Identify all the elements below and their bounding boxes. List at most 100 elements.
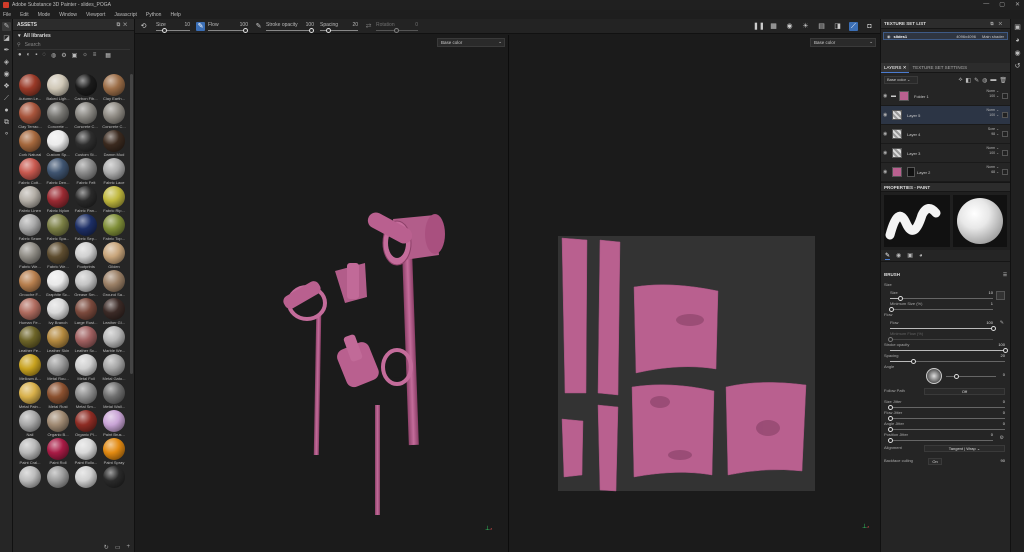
- stencil-icon[interactable]: ⚬: [2, 130, 11, 139]
- layer-blend[interactable]: Norm ⌄ 100 ⌄: [987, 108, 999, 118]
- asset-tile[interactable]: Fabric Rip...: [101, 186, 127, 214]
- asset-tile[interactable]: Concrete C...: [73, 102, 99, 130]
- menu-mode[interactable]: Mode: [38, 12, 51, 18]
- asset-tile[interactable]: Fabric Top...: [101, 214, 127, 242]
- screenshot-icon[interactable]: ◘: [865, 22, 874, 31]
- toolbar-rotation[interactable]: Rotation 0: [376, 22, 418, 33]
- texture-set-list-icon[interactable]: ▣: [1013, 23, 1022, 32]
- refresh-icon[interactable]: ↻: [104, 544, 109, 551]
- asset-tile[interactable]: Fabric Lace: [101, 158, 127, 186]
- toolbar-stroke-opacity[interactable]: Stroke opacity 100: [266, 22, 314, 33]
- layer-blend[interactable]: Scre ⌄ 98 ⌄: [988, 127, 999, 137]
- asset-tile[interactable]: Concrete ...: [45, 102, 71, 130]
- asset-tile[interactable]: Clay Terrac...: [17, 102, 43, 130]
- asset-tile[interactable]: Leather Gl...: [101, 298, 127, 326]
- layer-checkbox[interactable]: [1002, 112, 1008, 118]
- paint-brush-icon[interactable]: ✎: [2, 22, 11, 31]
- symmetry-icon[interactable]: ⟲: [139, 22, 148, 31]
- filter-grunges-icon[interactable]: ▣: [72, 52, 78, 59]
- prop-size-jitter[interactable]: Size Jitter 0: [884, 399, 1007, 410]
- asset-tile[interactable]: Human Fe...: [17, 298, 43, 326]
- angle-dial[interactable]: [926, 368, 942, 384]
- toolbar-stroke-opacity-knob[interactable]: [309, 27, 314, 33]
- delete-layer-icon[interactable]: 🗑: [999, 77, 1007, 84]
- flow-pressure-pen-icon[interactable]: ✎: [1000, 320, 1004, 326]
- geometry-fill-icon[interactable]: ◈: [2, 58, 11, 67]
- asset-tile[interactable]: Ground Sa...: [101, 270, 127, 298]
- layer-row[interactable]: ◉ Layer 2 Norm ⌄ 68 ⌄: [881, 163, 1010, 182]
- asset-tile[interactable]: [17, 466, 43, 494]
- filter-environments-icon[interactable]: ☼: [82, 52, 88, 58]
- menu-edit[interactable]: Edit: [20, 12, 29, 18]
- viewport-mode-icon[interactable]: ◨: [833, 22, 842, 31]
- asset-tile[interactable]: Metal Wall...: [101, 382, 127, 410]
- backface-toggle[interactable]: On: [928, 458, 942, 465]
- toolbar-flow-knob[interactable]: [243, 27, 248, 33]
- camera-icon[interactable]: ◉: [785, 22, 794, 31]
- asset-tile[interactable]: Nail: [17, 410, 43, 438]
- layer-checkbox[interactable]: [1002, 169, 1008, 175]
- toolbar-spacing[interactable]: Spacing 20: [320, 22, 358, 33]
- menu-help[interactable]: Help: [170, 12, 180, 18]
- asset-tile[interactable]: [45, 466, 71, 494]
- size-pressure-icon[interactable]: [996, 291, 1005, 300]
- projection-icon[interactable]: ✒: [2, 46, 11, 55]
- menu-file[interactable]: File: [3, 12, 11, 18]
- texture-set-row[interactable]: ◉ slides1 4096x4096 Main shader: [883, 32, 1008, 40]
- library-selector[interactable]: ▾ All libraries: [13, 31, 134, 41]
- asset-search-input[interactable]: ⚲ Search: [17, 41, 130, 50]
- menu-viewport[interactable]: Viewport: [86, 12, 105, 18]
- filter-procedurals-icon[interactable]: ⚙: [61, 52, 66, 59]
- layer-channel-dropdown[interactable]: Base color ⌄: [884, 76, 918, 84]
- asset-tile[interactable]: Fabric Felt: [73, 158, 99, 186]
- asset-tile[interactable]: Ivy Branch: [45, 298, 71, 326]
- tab-texture-set-settings[interactable]: TEXTURE SET SETTINGS: [909, 63, 970, 73]
- asset-tile[interactable]: Metal Foil: [73, 354, 99, 382]
- clone-icon[interactable]: ❖: [2, 82, 11, 91]
- asset-tile[interactable]: Paint Cral...: [17, 438, 43, 466]
- pen-pressure-icon[interactable]: ✎: [196, 21, 205, 31]
- layer-row[interactable]: ◉ ▬ Folder 1 Norm ⌄ 100 ⌄: [881, 87, 1010, 106]
- eye-icon[interactable]: ◉: [883, 93, 889, 99]
- asset-tile[interactable]: Fabric We...: [17, 242, 43, 270]
- material-picker-icon[interactable]: ●: [2, 106, 11, 115]
- toolbar-flow[interactable]: Flow 100: [208, 22, 248, 33]
- asset-tile[interactable]: Baked Ligh...: [45, 74, 71, 102]
- asset-tile[interactable]: Metal Rou...: [45, 354, 71, 382]
- stencil-tab-icon[interactable]: ▣: [907, 252, 913, 259]
- asset-tile[interactable]: Paint Spray: [101, 438, 127, 466]
- filter-materials-icon[interactable]: ●: [18, 52, 22, 58]
- bake-icon[interactable]: ⧉: [2, 118, 11, 127]
- eye-icon[interactable]: ◉: [883, 169, 889, 175]
- minimize-button[interactable]: —: [983, 1, 989, 8]
- display-settings-icon[interactable]: ▤: [817, 22, 826, 31]
- brush-tab-icon[interactable]: ✎: [885, 252, 891, 260]
- add-effect-icon[interactable]: ⟡: [958, 77, 962, 84]
- menu-python[interactable]: Python: [146, 12, 162, 18]
- asset-tile[interactable]: Fabric Sep...: [73, 214, 99, 242]
- prop-size[interactable]: Size 10: [884, 290, 1007, 301]
- asset-tile[interactable]: Leather Sc...: [73, 326, 99, 354]
- asset-tile[interactable]: Marble We...: [101, 326, 127, 354]
- asset-tile[interactable]: Grease Sm...: [73, 270, 99, 298]
- menu-javascript[interactable]: Javascript: [114, 12, 137, 18]
- follow-path-select[interactable]: Off: [924, 388, 1005, 395]
- asset-tile[interactable]: Custom Sp...: [45, 130, 71, 158]
- tab-layers[interactable]: LAYERS ✕: [881, 62, 910, 73]
- layer-row[interactable]: ◉ Layer 4 Scre ⌄ 98 ⌄: [881, 125, 1010, 144]
- import-icon[interactable]: ▭: [115, 544, 121, 551]
- prop-position-jitter[interactable]: Position Jitter 0 ⚙: [884, 432, 1007, 443]
- shader-settings-icon[interactable]: ◉: [1013, 49, 1022, 58]
- asset-tile[interactable]: Organic Pl...: [73, 410, 99, 438]
- menu-window[interactable]: Window: [59, 12, 77, 18]
- asset-tile[interactable]: Grouche F...: [17, 270, 43, 298]
- jitter-settings-icon[interactable]: ⚙: [1000, 435, 1004, 441]
- smudge-icon[interactable]: ◉: [2, 70, 11, 79]
- layer-checkbox[interactable]: [1002, 150, 1008, 156]
- prop-spacing[interactable]: Spacing 20: [884, 353, 1007, 364]
- render-icon[interactable]: ▦: [769, 22, 778, 31]
- asset-tile[interactable]: [73, 466, 99, 494]
- maximize-button[interactable]: ▢: [999, 1, 1005, 8]
- asset-tile[interactable]: Concrete C...: [101, 102, 127, 130]
- add-mask-icon[interactable]: ◧: [965, 77, 971, 84]
